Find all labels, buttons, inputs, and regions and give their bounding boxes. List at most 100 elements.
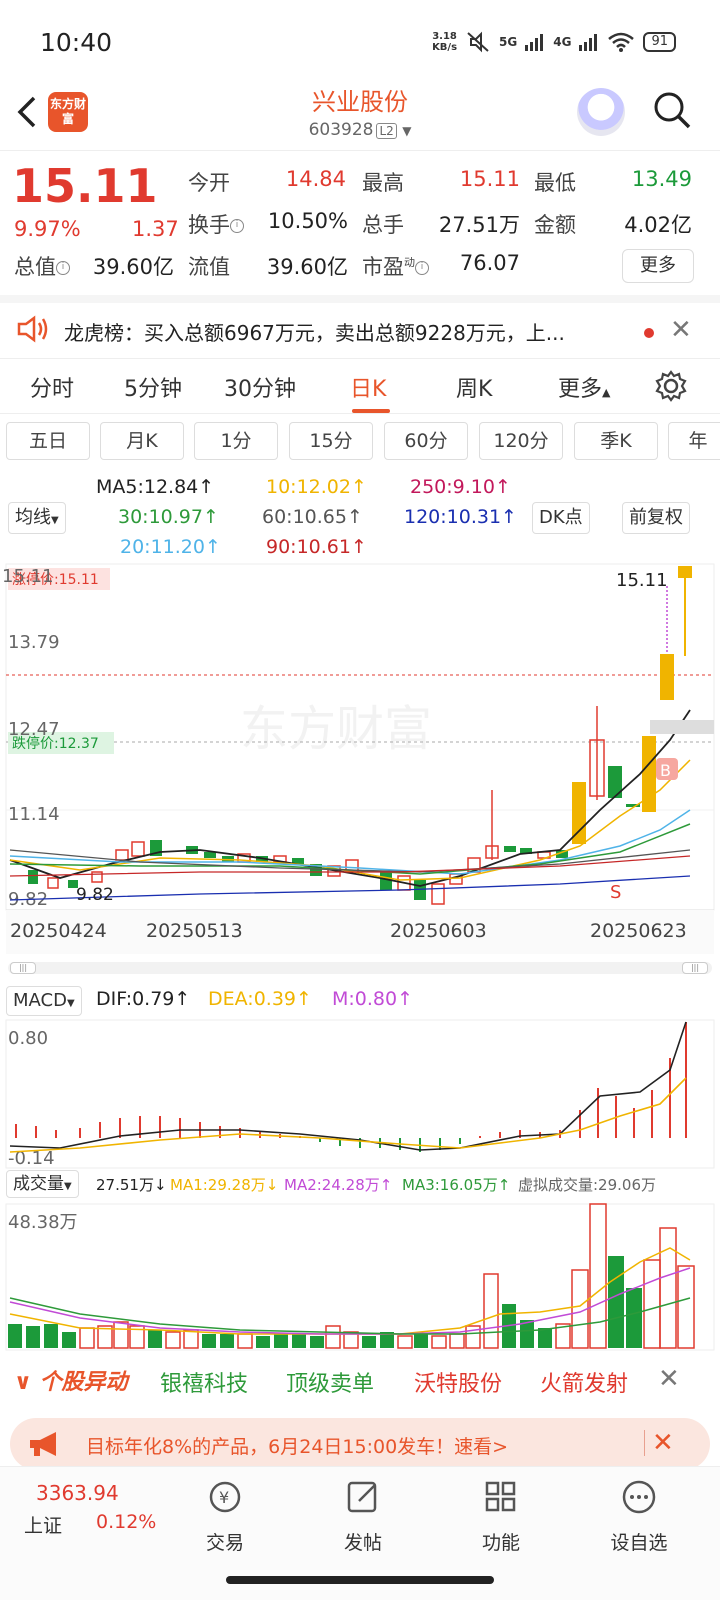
mute-icon <box>467 31 489 53</box>
date-label-1: 20250424 <box>10 920 107 942</box>
volume-ma2: MA2:24.28万↑ <box>284 1176 393 1194</box>
status-icons: 3.18 KB/s 5G 4G 91 <box>432 30 676 54</box>
y-label-top: 15.11 <box>2 566 54 587</box>
high-value: 15.11 <box>459 167 520 191</box>
info-icon: i <box>415 261 429 275</box>
low-label: 最低 <box>534 171 576 195</box>
volume-label: 总手 <box>362 213 404 237</box>
nav-add-watchlist[interactable]: 设自选 <box>594 1477 684 1555</box>
ma-selector[interactable]: 均线▼ <box>8 502 66 534</box>
dk-point-button[interactable]: DK点 <box>532 502 590 534</box>
macd-m: M:0.80↑ <box>332 988 414 1010</box>
current-price-tag <box>650 720 714 734</box>
gear-icon[interactable] <box>654 369 688 403</box>
adjust-button[interactable]: 前复权 <box>622 502 690 534</box>
macd-dif: DIF:0.79↑ <box>96 988 191 1010</box>
chart-scrollbar[interactable]: ||| ||| <box>8 962 712 974</box>
period-120min[interactable]: 120分 <box>479 422 563 460</box>
level2-badge: L2 <box>376 123 397 139</box>
assistant-robot-icon[interactable] <box>577 88 625 136</box>
tab-5min[interactable]: 5分钟 <box>124 371 182 403</box>
scroll-handle-right[interactable]: ||| <box>682 962 708 974</box>
grid-icon <box>485 1481 516 1512</box>
wifi-icon <box>608 32 635 52</box>
tab-30min[interactable]: 30分钟 <box>224 371 296 403</box>
turnover-label[interactable]: 换手 i <box>188 209 244 239</box>
date-label-3: 20250603 <box>390 920 487 942</box>
promo-divider <box>644 1430 645 1456</box>
period-year-k[interactable]: 年 <box>668 422 720 460</box>
period-5day[interactable]: 五日 <box>6 422 90 460</box>
nav-functions[interactable]: 功能 <box>456 1477 546 1555</box>
open-label: 今开 <box>188 171 230 195</box>
close-icon[interactable]: ✕ <box>658 1364 680 1394</box>
net-speed: 3.18 KB/s <box>432 31 458 53</box>
y-label-1: 13.79 <box>8 632 60 653</box>
alert-item-2[interactable]: 顶级卖单 <box>286 1366 374 1398</box>
ma60-value: 60:10.65↑ <box>262 506 363 528</box>
chevron-down-icon: ▼ <box>64 1181 72 1192</box>
scroll-handle-left[interactable]: ||| <box>10 962 36 974</box>
signal-4g-icon <box>579 34 598 51</box>
nav-post[interactable]: 发帖 <box>318 1477 408 1555</box>
tab-intraday[interactable]: 分时 <box>30 371 74 403</box>
period-selector: 五日 月K 1分 15分 60分 120分 季K 年 <box>0 420 720 464</box>
pe-label[interactable]: 市盈动 i <box>362 251 429 281</box>
alert-item-4[interactable]: 火箭发射 <box>540 1366 628 1398</box>
more-button[interactable]: 更多 <box>622 249 694 283</box>
tab-daily-k[interactable]: 日K <box>350 371 386 403</box>
period-15min[interactable]: 15分 <box>289 422 373 460</box>
volume-selector[interactable]: 成交量▼ <box>6 1170 79 1198</box>
dragon-tiger-notice[interactable]: 龙虎榜：买入总额6967万元，卖出总额9228万元，上... ✕ <box>0 295 720 355</box>
macd-top-label: 0.80 <box>8 1028 48 1049</box>
alert-heading[interactable]: ∨ 个股异动 <box>14 1364 128 1396</box>
open-value: 14.84 <box>285 167 346 191</box>
macd-selector[interactable]: MACD▼ <box>6 986 82 1016</box>
kline-chart[interactable]: 东方财富 涨停价:15.11 跌停价:12.37 13.79 12.47 11.… <box>0 560 720 970</box>
alert-item-3[interactable]: 沃特股份 <box>414 1366 502 1398</box>
period-1min[interactable]: 1分 <box>194 422 278 460</box>
pe-value: 76.07 <box>459 251 520 275</box>
low-value: 13.49 <box>631 167 692 191</box>
net-5g-label: 5G <box>499 35 518 49</box>
macd-chart[interactable]: 0.80 -0.14 <box>0 1018 720 1170</box>
volume-chart[interactable]: 48.38万 <box>0 1202 720 1352</box>
trade-icon: ¥ <box>209 1481 241 1513</box>
sell-marker: S <box>610 882 621 903</box>
tab-weekly-k[interactable]: 周K <box>456 371 492 403</box>
period-60min[interactable]: 60分 <box>384 422 468 460</box>
promo-banner[interactable]: 目标年化8%的产品，6月24日15:00发车！速看> ✕ <box>10 1418 710 1470</box>
market-cap-label[interactable]: 总值 i <box>14 251 70 281</box>
turnover-value: 10.50% <box>267 209 348 233</box>
caret-up-icon: ▲ <box>602 386 611 399</box>
volume-value: 27.51万 <box>438 213 520 237</box>
nav-trade[interactable]: ¥ 交易 <box>180 1477 270 1555</box>
high-marker: 15.11 <box>616 570 668 591</box>
svg-text:¥: ¥ <box>219 1488 229 1507</box>
home-indicator[interactable] <box>226 1576 494 1584</box>
period-month-k[interactable]: 月K <box>100 422 184 460</box>
tab-more[interactable]: 更多▲ <box>558 371 610 403</box>
close-icon[interactable]: ✕ <box>652 1428 674 1458</box>
index-value[interactable]: 3363.94 <box>36 1481 119 1505</box>
volume-current: 27.51万↓ <box>96 1176 167 1194</box>
amount-label: 金额 <box>534 213 576 237</box>
macd-dea: DEA:0.39↑ <box>208 988 312 1010</box>
stock-header: 东方财富 兴业股份 603928 L2 ▼ <box>0 80 720 150</box>
volume-virtual: 虚拟成交量:29.06万 <box>518 1176 656 1194</box>
volume-ma3: MA3:16.05万↑ <box>402 1176 511 1194</box>
ma20-value: 20:11.20↑ <box>120 536 221 558</box>
y-label-3: 11.14 <box>8 804 60 825</box>
index-name[interactable]: 上证 <box>24 1511 62 1538</box>
chevron-down-icon: ▼ <box>51 515 59 526</box>
low-marker: 9.82 <box>76 885 114 905</box>
period-quarter-k[interactable]: 季K <box>574 422 658 460</box>
date-label-4: 20250623 <box>590 920 687 942</box>
chart-tabs: 分时 5分钟 30分钟 日K 周K 更多▲ <box>0 358 720 414</box>
alert-item-1[interactable]: 银禧科技 <box>160 1366 248 1398</box>
y-label-2: 12.47 <box>8 719 60 740</box>
search-icon[interactable] <box>652 90 692 130</box>
close-icon[interactable]: ✕ <box>670 315 692 345</box>
market-cap-value: 39.60亿 <box>92 255 174 279</box>
stock-code: 603928 <box>308 120 374 140</box>
